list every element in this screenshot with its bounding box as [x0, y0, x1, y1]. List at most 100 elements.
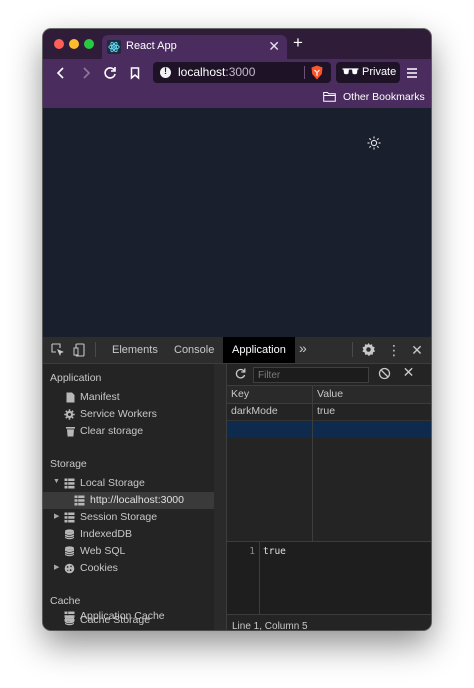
sidebar-item-web-sql[interactable]: Web SQL: [43, 543, 214, 560]
application-sidebar: Application Manifest Service Workers Cle…: [43, 364, 215, 630]
site-info-icon[interactable]: [160, 66, 171, 78]
browser-tab[interactable]: React App ✕: [102, 35, 287, 59]
browser-toolbar: localhost:3000 Private: [43, 59, 431, 87]
column-header-value[interactable]: Value: [317, 388, 343, 400]
gear-icon: [64, 409, 75, 420]
filter-input[interactable]: [253, 367, 369, 383]
tab-bar: React App ✕ +: [43, 29, 431, 59]
column-header-key[interactable]: Key: [231, 388, 249, 400]
url-text[interactable]: localhost:3000: [178, 65, 255, 79]
collapsed-triangle-icon[interactable]: ▶: [54, 563, 59, 571]
sidebar-item-label: Clear storage: [80, 425, 144, 437]
refresh-icon[interactable]: [234, 367, 247, 380]
sidebar-item-application-cache-wrapper: [43, 629, 214, 630]
empty-selected-row[interactable]: [227, 421, 431, 438]
bookmark-icon[interactable]: [125, 63, 145, 83]
storage-table: Key Value darkMode true: [227, 386, 431, 542]
private-window-indicator[interactable]: Private: [336, 62, 400, 83]
sidebar-item-manifest[interactable]: Manifest: [43, 389, 214, 406]
editor-status-bar: Line 1, Column 5: [227, 614, 431, 630]
private-glasses-icon: [342, 68, 359, 75]
more-options-icon[interactable]: ⋮: [386, 341, 402, 359]
database-icon: [64, 546, 75, 557]
sidebar-item-label: http://localhost:3000: [90, 494, 184, 506]
value-preview-text[interactable]: true: [263, 546, 286, 557]
sidebar-item-service-workers[interactable]: Service Workers: [43, 406, 214, 423]
divider: [95, 342, 96, 357]
maximize-window-button[interactable]: [84, 39, 94, 49]
tab-elements[interactable]: Elements: [103, 337, 167, 363]
divider: [352, 342, 353, 357]
clear-all-icon[interactable]: [378, 367, 391, 380]
grid-table-icon: [64, 611, 75, 622]
sidebar-item-label: Cookies: [80, 562, 118, 574]
expanded-triangle-icon[interactable]: ▼: [53, 478, 60, 485]
devtools-toolbar: Elements Console Application » ⋮ ✕: [43, 337, 431, 364]
line-number: 1: [249, 546, 255, 557]
hamburger-menu-icon[interactable]: [405, 63, 419, 83]
new-tab-icon[interactable]: +: [293, 34, 303, 52]
storage-toolbar: ✕: [227, 364, 431, 386]
trash-icon: [66, 427, 75, 437]
devtools-panel: Elements Console Application » ⋮ ✕ Appli…: [43, 337, 431, 630]
react-logo-icon: [107, 40, 121, 54]
table-row[interactable]: darkMode true: [227, 403, 431, 421]
row-value: true: [317, 405, 336, 417]
sidebar-item-clear-storage[interactable]: Clear storage: [43, 423, 214, 440]
sidebar-item-label: Manifest: [80, 391, 120, 403]
sidebar-item-session-storage[interactable]: ▶ Session Storage: [43, 509, 214, 526]
cookie-icon: [64, 563, 75, 574]
sidebar-item-local-storage[interactable]: ▼ Local Storage: [43, 475, 214, 492]
sidebar-item-label: Service Workers: [80, 408, 157, 420]
folder-icon: [323, 92, 336, 102]
delete-selected-icon[interactable]: ✕: [402, 365, 415, 379]
sidebar-item-label: Web SQL: [80, 545, 126, 557]
more-tabs-icon[interactable]: »: [299, 340, 307, 356]
grid-table-icon: [74, 495, 85, 506]
other-bookmarks-link[interactable]: Other Bookmarks: [343, 91, 425, 103]
private-label: Private: [362, 66, 397, 78]
sidebar-item-application-cache[interactable]: Application Cache: [43, 608, 214, 625]
bookmarks-bar: Other Bookmarks: [43, 87, 431, 108]
forward-icon[interactable]: [76, 63, 96, 83]
sidebar-item-label: Application Cache: [80, 610, 165, 622]
back-icon[interactable]: [51, 63, 71, 83]
sun-icon[interactable]: [367, 136, 381, 150]
table-header: Key Value: [227, 386, 431, 404]
database-icon: [64, 529, 75, 540]
cache-heading: Cache: [50, 595, 81, 607]
brave-shields-icon[interactable]: [310, 65, 324, 80]
line-number-gutter: 1: [227, 542, 260, 614]
minimize-window-button[interactable]: [69, 39, 79, 49]
settings-gear-icon[interactable]: [361, 342, 376, 357]
storage-heading: Storage: [50, 458, 87, 470]
sidebar-item-label: IndexedDB: [80, 528, 132, 540]
tab-title: React App: [126, 40, 177, 52]
sidebar-item-label: Session Storage: [80, 511, 158, 523]
divider: [304, 66, 305, 79]
grid-table-icon: [64, 478, 75, 489]
close-devtools-icon[interactable]: ✕: [409, 341, 425, 359]
grid-table-icon: [64, 512, 75, 523]
sidebar-item-label: Local Storage: [80, 477, 145, 489]
application-heading: Application: [50, 372, 102, 384]
tab-application[interactable]: Application: [223, 337, 295, 363]
sidebar-item-localhost-origin[interactable]: http://localhost:3000: [43, 492, 214, 509]
reload-icon[interactable]: [100, 63, 120, 83]
sidebar-resize-handle[interactable]: [214, 364, 227, 630]
browser-window: React App ✕ + localhost:3000: [43, 29, 431, 630]
sidebar-item-cookies[interactable]: ▶ Cookies: [43, 560, 214, 577]
column-divider[interactable]: [312, 386, 313, 541]
inspect-element-icon[interactable]: [51, 343, 65, 357]
value-preview-editor[interactable]: 1 true: [227, 542, 431, 614]
tab-console[interactable]: Console: [165, 337, 223, 363]
device-toolbar-icon[interactable]: [73, 343, 87, 357]
close-tab-icon[interactable]: ✕: [268, 38, 280, 54]
close-window-button[interactable]: [54, 39, 64, 49]
sidebar-item-indexeddb[interactable]: IndexedDB: [43, 526, 214, 543]
collapsed-triangle-icon[interactable]: ▶: [54, 512, 59, 520]
file-icon: [66, 392, 75, 403]
cursor-position: Line 1, Column 5: [232, 621, 308, 630]
address-bar[interactable]: localhost:3000: [153, 62, 331, 83]
page-viewport: [43, 108, 431, 337]
